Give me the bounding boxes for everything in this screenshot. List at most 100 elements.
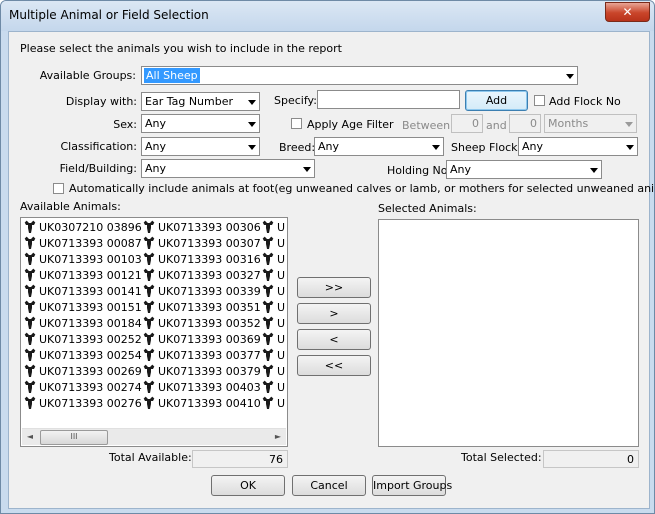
list-item[interactable]: UK0713393 00410 (142, 396, 261, 412)
list-item-label: UK0713393 00276 (39, 397, 142, 410)
sheep-icon (23, 236, 37, 250)
selected-animals-list[interactable] (378, 219, 639, 447)
list-item[interactable]: UK0713393 00306 (142, 220, 261, 236)
available-animals-list[interactable]: UK0307210 03896 UK0713393 00087 UK0713393 … (20, 217, 288, 447)
total-available-field: 76 (192, 450, 288, 468)
list-item[interactable]: UK0713393 00276 (23, 396, 142, 412)
list-item-label: UK0713393 00121 (39, 269, 142, 282)
list-item[interactable]: U (261, 396, 285, 412)
sex-select-value: Any (145, 117, 167, 130)
close-button[interactable]: ✕ (605, 2, 650, 22)
field-select[interactable]: Any (141, 159, 315, 178)
list-item[interactable]: UK0713393 00352 (142, 316, 261, 332)
list-item[interactable]: UK0713393 00379 (142, 364, 261, 380)
dialog-client-area: Please select the animals you wish to in… (8, 31, 654, 509)
list-item[interactable]: UK0713393 00377 (142, 348, 261, 364)
display-select[interactable]: Ear Tag Number (141, 92, 260, 111)
sheep-icon (142, 284, 156, 298)
list-item-label: UK0713393 00351 (158, 301, 261, 314)
add-flock-checkbox[interactable] (534, 95, 545, 106)
remove-selected-button[interactable]: < (297, 329, 371, 350)
list-item-label: U (277, 349, 286, 362)
age-to-input[interactable]: 0 (509, 114, 541, 133)
total-available-label: Total Available: (109, 451, 192, 464)
list-item[interactable]: UK0713393 00327 (142, 268, 261, 284)
list-item-label: UK0713393 00269 (39, 365, 142, 378)
list-item-label: U (277, 333, 286, 346)
list-item[interactable]: UK0713393 00274 (23, 380, 142, 396)
list-item[interactable]: UK0713393 00269 (23, 364, 142, 380)
sheep-icon (23, 268, 37, 282)
age-filter-checkbox[interactable] (291, 118, 302, 129)
list-item[interactable]: UK0713393 00087 (23, 236, 142, 252)
list-item[interactable]: UK0713393 00403 (142, 380, 261, 396)
available-animals-label: Available Animals: (20, 200, 121, 213)
remove-all-button[interactable]: << (297, 355, 371, 376)
auto-include-checkbox[interactable] (53, 183, 64, 194)
flock-select-value: Any (522, 140, 544, 153)
list-item-label: UK0713393 00184 (39, 317, 142, 330)
list-item-label: U (277, 237, 286, 250)
scroll-thumb[interactable]: III (40, 430, 108, 445)
title-bar: Multiple Animal or Field Selection ✕ (1, 1, 654, 31)
add-button[interactable]: Add (465, 90, 528, 111)
ok-button[interactable]: OK (211, 475, 285, 496)
list-item[interactable]: UK0713393 00121 (23, 268, 142, 284)
scroll-right-icon[interactable]: ► (270, 429, 286, 445)
add-flock-label: Add Flock No (549, 95, 621, 108)
list-item[interactable]: U (261, 252, 285, 268)
list-item[interactable]: U (261, 380, 285, 396)
list-item[interactable]: UK0713393 00184 (23, 316, 142, 332)
list-item[interactable]: UK0713393 00151 (23, 300, 142, 316)
holding-select[interactable]: Any (446, 160, 602, 179)
list-item[interactable]: UK0713393 00252 (23, 332, 142, 348)
list-item-label: UK0307210 03896 (39, 221, 142, 234)
list-item[interactable]: U (261, 300, 285, 316)
age-filter-label: Apply Age Filter (307, 118, 394, 131)
age-from-input[interactable]: 0 (451, 114, 483, 133)
flock-select[interactable]: Any (518, 137, 638, 156)
cancel-button[interactable]: Cancel (292, 475, 366, 496)
scroll-left-icon[interactable]: ◄ (22, 429, 38, 445)
sheep-icon (23, 380, 37, 394)
list-item[interactable]: U (261, 220, 285, 236)
groups-select[interactable]: All Sheep (141, 66, 578, 85)
list-item[interactable]: U (261, 348, 285, 364)
list-item[interactable]: UK0713393 00141 (23, 284, 142, 300)
add-all-button[interactable]: >> (297, 277, 371, 298)
list-item[interactable]: U (261, 316, 285, 332)
import-groups-button[interactable]: Import Groups (372, 475, 452, 496)
list-item[interactable]: UK0713393 00351 (142, 300, 261, 316)
breed-label: Breed: (279, 141, 316, 154)
list-item[interactable]: UK0713393 00316 (142, 252, 261, 268)
classification-select[interactable]: Any (141, 137, 260, 156)
age-unit-select[interactable]: Months (544, 114, 637, 133)
chevron-down-icon (566, 74, 574, 79)
list-item[interactable]: UK0713393 00369 (142, 332, 261, 348)
list-item[interactable]: UK0713393 00254 (23, 348, 142, 364)
breed-select[interactable]: Any (314, 137, 444, 156)
specify-label: Specify: (274, 94, 317, 107)
list-item-label: UK0713393 00307 (158, 237, 261, 250)
sheep-icon (261, 284, 275, 298)
list-item[interactable]: U (261, 236, 285, 252)
list-item[interactable]: U (261, 284, 285, 300)
list-item[interactable]: U (261, 364, 285, 380)
horizontal-scrollbar[interactable]: ◄ III ► (22, 428, 286, 445)
specify-input[interactable] (317, 90, 460, 109)
list-item[interactable]: U (261, 268, 285, 284)
auto-include-label: Automatically include animals at foot(eg… (69, 182, 655, 195)
list-item-label: UK0713393 00151 (39, 301, 142, 314)
list-item[interactable]: UK0713393 00103 (23, 252, 142, 268)
list-item[interactable]: U (261, 332, 285, 348)
list-item[interactable]: UK0713393 00307 (142, 236, 261, 252)
sex-select[interactable]: Any (141, 114, 260, 133)
total-selected-value: 0 (627, 453, 634, 466)
list-item[interactable]: UK0307210 03896 (23, 220, 142, 236)
add-selected-button[interactable]: > (297, 303, 371, 324)
flock-label: Sheep Flock: (451, 141, 522, 154)
sheep-icon (142, 300, 156, 314)
list-item-label: UK0713393 00087 (39, 237, 142, 250)
list-item[interactable]: UK0713393 00339 (142, 284, 261, 300)
chevron-down-icon (626, 145, 634, 150)
